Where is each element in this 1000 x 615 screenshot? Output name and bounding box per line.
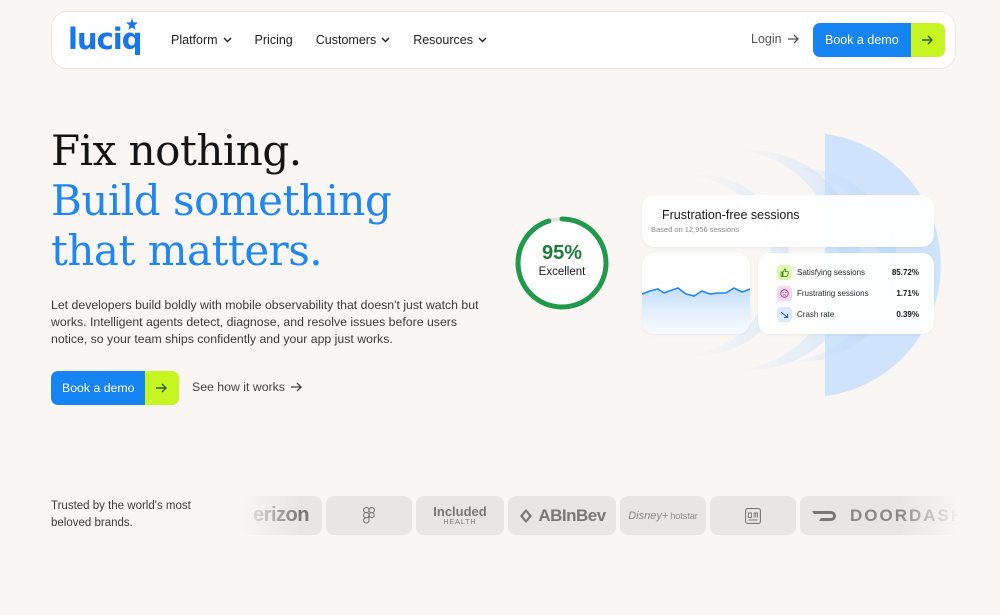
brand-logo-disney-hotstar: Disney+ hotstar [620, 496, 706, 535]
nav-pricing-label: Pricing [254, 33, 293, 47]
metric-value: 0.39% [896, 309, 919, 319]
metric-row: Frustrating sessions 1.71% [777, 285, 919, 301]
login-link[interactable]: Login [751, 32, 800, 46]
chevron-down-icon [381, 37, 390, 43]
hero-book-demo[interactable]: Book a demo [51, 371, 180, 405]
nav-links: Platform Pricing Customers Resources [171, 12, 510, 68]
nav-pricing[interactable]: Pricing [255, 33, 293, 47]
nav-customers-label: Customers [315, 33, 377, 47]
logo-strip-fade-left [240, 490, 300, 540]
metric-value: 1.71% [896, 288, 919, 298]
brand-logo-figma [326, 496, 412, 535]
sessions-metrics-card: Satisfying sessions 85.72% Frustrating s… [758, 253, 934, 334]
metric-label: Frustrating sessions [797, 288, 869, 298]
abinbev-mark-icon [520, 508, 533, 523]
see-how-label: See how it works [192, 380, 285, 394]
metric-label: Satisfying sessions [797, 267, 866, 277]
hero-title-line-1: Fix nothing. [51, 126, 302, 175]
sessions-card-subtitle: Based on 12,956 sessions [651, 225, 739, 234]
arrow-right-icon [787, 34, 799, 44]
sessions-sparkline-card [642, 253, 750, 334]
nav-platform-label: Platform [171, 33, 218, 47]
brand-logo-text: ABInBev [538, 505, 606, 525]
hero-title-line-2: Build something [51, 176, 392, 225]
login-label: Login [751, 32, 782, 46]
sparkline [642, 287, 750, 334]
see-how-it-works-link[interactable]: See how it works [192, 380, 303, 394]
trusted-by-text: Trusted by the world's most beloved bran… [51, 500, 191, 529]
hero-description: Let developers build boldly with mobile … [51, 298, 479, 346]
book-demo-button[interactable]: Book a demo [813, 23, 911, 57]
nav-customers[interactable]: Customers [316, 33, 390, 47]
brand-logo-abinbev: ABInBev [508, 496, 616, 535]
hero-book-demo-button[interactable]: Book a demo [51, 371, 146, 405]
nav-platform[interactable]: Platform [171, 33, 232, 47]
sessions-card-title: Frustration-free sessions [662, 208, 800, 222]
doordash-mark-icon [812, 510, 836, 521]
metric-label: Crash rate [797, 309, 835, 319]
brand-logo-strip: erizon Included HEALTH ABInBev Disney+ h… [240, 496, 960, 536]
hero-book-demo-arrow-button[interactable] [145, 371, 180, 405]
nav-resources[interactable]: Resources [413, 33, 487, 47]
star-icon [126, 18, 138, 30]
logo-strip-fade-right [900, 490, 960, 540]
brand-logo-text: HEALTH [443, 518, 477, 526]
top-navbar: luciq Platform Pricing Customers Resourc… [51, 11, 956, 69]
trend-down-icon [777, 306, 792, 322]
arrow-right-icon [156, 383, 168, 393]
sessions-card-header: Frustration-free sessions Based on 12,95… [642, 195, 934, 247]
nav-book-demo[interactable]: Book a demo [813, 23, 945, 57]
chevron-down-icon [478, 37, 487, 43]
gm-logo-icon [745, 507, 761, 524]
metric-row: Satisfying sessions 85.72% [777, 264, 919, 280]
thumbs-up-icon [777, 264, 792, 280]
brand-logo-text: Included [433, 503, 487, 519]
arrow-right-icon [921, 35, 933, 45]
gauge-value: 95% [541, 242, 583, 264]
brand-logo-gm [710, 496, 796, 535]
arrow-right-icon [290, 382, 302, 392]
nav-resources-label: Resources [413, 33, 473, 47]
brand-logo-included-health: Included HEALTH [416, 496, 504, 535]
figma-icon [363, 507, 375, 524]
brand-logo-text: hotstar [670, 510, 698, 521]
metric-value: 85.72% [891, 267, 919, 277]
disney-script-icon: Disney+ [628, 509, 669, 522]
metric-row: Crash rate 0.39% [777, 306, 919, 322]
hero-title-line-3: that matters. [51, 226, 323, 275]
gauge-label: Excellent [538, 266, 586, 278]
frown-face-icon [777, 285, 792, 301]
chevron-down-icon [223, 37, 232, 43]
book-demo-arrow-button[interactable] [910, 23, 945, 57]
logo[interactable]: luciq [68, 18, 142, 54]
